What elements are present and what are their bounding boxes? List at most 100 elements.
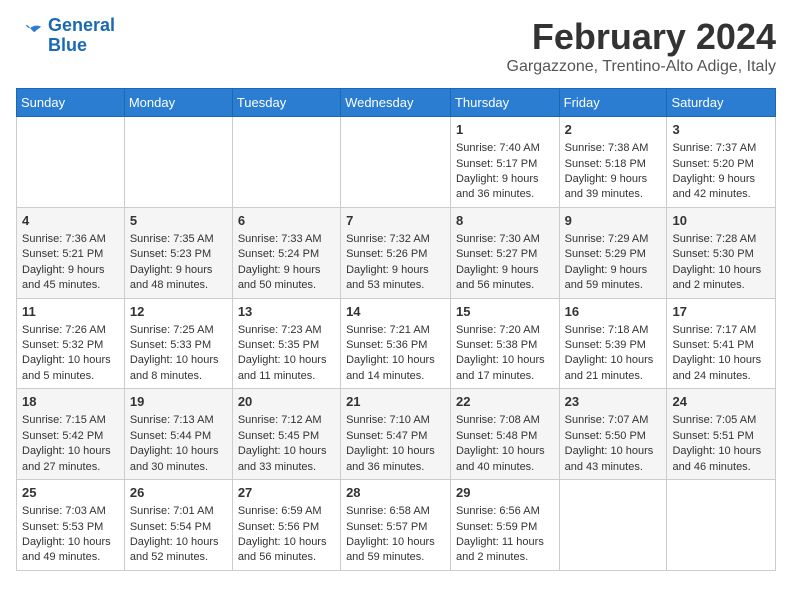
day-info: Sunrise: 7:30 AM (456, 232, 554, 247)
day-info: Daylight: 10 hours (672, 353, 770, 368)
day-info: Daylight: 9 hours (130, 263, 227, 278)
day-info: Daylight: 10 hours (456, 353, 554, 368)
cell-w5-d4: 28Sunrise: 6:58 AMSunset: 5:57 PMDayligh… (341, 480, 451, 571)
day-info: and 45 minutes. (22, 278, 119, 293)
calendar-table: Sunday Monday Tuesday Wednesday Thursday… (16, 88, 776, 571)
day-number: 7 (346, 212, 445, 230)
day-info: Sunset: 5:26 PM (346, 247, 445, 262)
day-info: Daylight: 9 hours (565, 263, 662, 278)
day-info: Sunrise: 7:38 AM (565, 141, 662, 156)
day-number: 25 (22, 484, 119, 502)
day-number: 8 (456, 212, 554, 230)
week-row-3: 11Sunrise: 7:26 AMSunset: 5:32 PMDayligh… (17, 298, 776, 389)
day-number: 29 (456, 484, 554, 502)
day-number: 22 (456, 393, 554, 411)
day-info: Daylight: 9 hours (346, 263, 445, 278)
cell-w2-d6: 9Sunrise: 7:29 AMSunset: 5:29 PMDaylight… (559, 207, 667, 298)
location-subtitle: Gargazzone, Trentino-Alto Adige, Italy (507, 58, 776, 76)
day-number: 21 (346, 393, 445, 411)
day-info: Sunset: 5:23 PM (130, 247, 227, 262)
cell-w5-d6 (559, 480, 667, 571)
day-info: Sunrise: 7:35 AM (130, 232, 227, 247)
cell-w1-d6: 2Sunrise: 7:38 AMSunset: 5:18 PMDaylight… (559, 117, 667, 208)
logo-line2: Blue (48, 35, 87, 55)
cell-w3-d2: 12Sunrise: 7:25 AMSunset: 5:33 PMDayligh… (124, 298, 232, 389)
day-info: Sunset: 5:54 PM (130, 520, 227, 535)
cell-w4-d3: 20Sunrise: 7:12 AMSunset: 5:45 PMDayligh… (232, 389, 340, 480)
day-info: Daylight: 10 hours (22, 353, 119, 368)
day-info: Sunset: 5:39 PM (565, 338, 662, 353)
day-number: 2 (565, 121, 662, 139)
cell-w5-d1: 25Sunrise: 7:03 AMSunset: 5:53 PMDayligh… (17, 480, 125, 571)
cell-w2-d3: 6Sunrise: 7:33 AMSunset: 5:24 PMDaylight… (232, 207, 340, 298)
day-info: Sunrise: 7:21 AM (346, 323, 445, 338)
day-info: and 49 minutes. (22, 550, 119, 565)
day-info: Sunrise: 7:33 AM (238, 232, 335, 247)
day-info: and 36 minutes. (456, 187, 554, 202)
col-wednesday: Wednesday (341, 89, 451, 117)
day-info: Sunset: 5:50 PM (565, 429, 662, 444)
day-info: Daylight: 10 hours (565, 353, 662, 368)
day-number: 17 (672, 303, 770, 321)
day-number: 26 (130, 484, 227, 502)
day-info: and 21 minutes. (565, 369, 662, 384)
title-area: February 2024 Gargazzone, Trentino-Alto … (507, 16, 776, 76)
page-header: General Blue February 2024 Gargazzone, T… (16, 16, 776, 76)
day-info: and 52 minutes. (130, 550, 227, 565)
col-thursday: Thursday (450, 89, 559, 117)
day-number: 10 (672, 212, 770, 230)
day-info: and 30 minutes. (130, 460, 227, 475)
day-info: Sunrise: 7:17 AM (672, 323, 770, 338)
day-info: Daylight: 10 hours (565, 444, 662, 459)
day-info: Sunrise: 7:28 AM (672, 232, 770, 247)
day-info: Sunset: 5:33 PM (130, 338, 227, 353)
day-info: Sunrise: 7:26 AM (22, 323, 119, 338)
cell-w1-d2 (124, 117, 232, 208)
day-info: Daylight: 9 hours (22, 263, 119, 278)
day-info: Sunset: 5:59 PM (456, 520, 554, 535)
cell-w4-d2: 19Sunrise: 7:13 AMSunset: 5:44 PMDayligh… (124, 389, 232, 480)
day-info: and 46 minutes. (672, 460, 770, 475)
day-info: Daylight: 9 hours (456, 172, 554, 187)
day-number: 19 (130, 393, 227, 411)
week-row-2: 4Sunrise: 7:36 AMSunset: 5:21 PMDaylight… (17, 207, 776, 298)
day-info: Sunset: 5:24 PM (238, 247, 335, 262)
day-info: and 39 minutes. (565, 187, 662, 202)
day-number: 20 (238, 393, 335, 411)
cell-w3-d5: 15Sunrise: 7:20 AMSunset: 5:38 PMDayligh… (450, 298, 559, 389)
day-info: and 2 minutes. (456, 550, 554, 565)
cell-w1-d3 (232, 117, 340, 208)
day-info: Daylight: 10 hours (346, 353, 445, 368)
day-info: Daylight: 10 hours (346, 444, 445, 459)
day-info: Sunrise: 6:56 AM (456, 504, 554, 519)
day-info: Daylight: 10 hours (238, 353, 335, 368)
day-info: Sunset: 5:38 PM (456, 338, 554, 353)
day-info: and 5 minutes. (22, 369, 119, 384)
cell-w4-d5: 22Sunrise: 7:08 AMSunset: 5:48 PMDayligh… (450, 389, 559, 480)
day-info: and 48 minutes. (130, 278, 227, 293)
cell-w5-d3: 27Sunrise: 6:59 AMSunset: 5:56 PMDayligh… (232, 480, 340, 571)
day-number: 11 (22, 303, 119, 321)
day-info: Sunrise: 7:01 AM (130, 504, 227, 519)
day-info: and 59 minutes. (346, 550, 445, 565)
day-info: Daylight: 10 hours (346, 535, 445, 550)
day-info: Sunrise: 7:12 AM (238, 413, 335, 428)
day-number: 6 (238, 212, 335, 230)
day-number: 13 (238, 303, 335, 321)
cell-w3-d4: 14Sunrise: 7:21 AMSunset: 5:36 PMDayligh… (341, 298, 451, 389)
cell-w1-d5: 1Sunrise: 7:40 AMSunset: 5:17 PMDaylight… (450, 117, 559, 208)
cell-w5-d7 (667, 480, 776, 571)
cell-w1-d7: 3Sunrise: 7:37 AMSunset: 5:20 PMDaylight… (667, 117, 776, 208)
day-info: Sunset: 5:30 PM (672, 247, 770, 262)
day-info: Sunset: 5:18 PM (565, 157, 662, 172)
cell-w4-d1: 18Sunrise: 7:15 AMSunset: 5:42 PMDayligh… (17, 389, 125, 480)
day-info: and 50 minutes. (238, 278, 335, 293)
cell-w4-d6: 23Sunrise: 7:07 AMSunset: 5:50 PMDayligh… (559, 389, 667, 480)
day-info: and 53 minutes. (346, 278, 445, 293)
col-sunday: Sunday (17, 89, 125, 117)
day-info: Sunrise: 7:32 AM (346, 232, 445, 247)
day-info: Sunrise: 7:23 AM (238, 323, 335, 338)
day-info: and 2 minutes. (672, 278, 770, 293)
col-friday: Friday (559, 89, 667, 117)
day-info: Sunset: 5:42 PM (22, 429, 119, 444)
